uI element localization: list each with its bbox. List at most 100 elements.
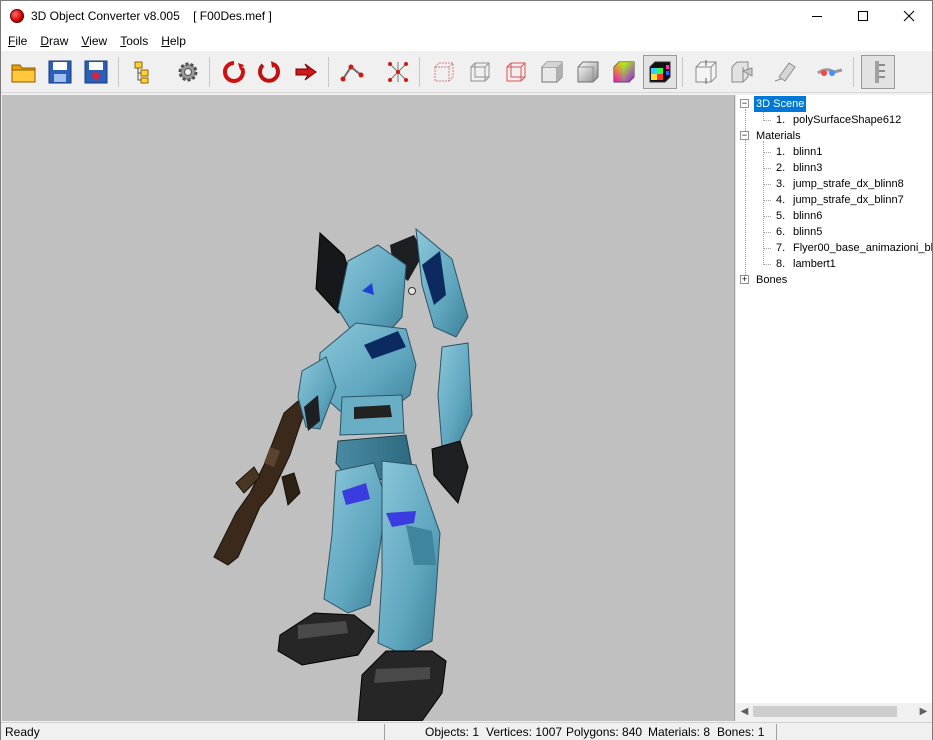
tree-item-label[interactable]: blinn3 [793,160,822,176]
fit-view-button[interactable] [861,55,895,89]
toolbar-separator [419,57,420,87]
tree-branch-line [763,248,771,249]
collapse-icon[interactable]: − [740,131,749,140]
camera-button[interactable] [813,55,847,89]
menu-view-label: iew [89,34,108,48]
status-state: Ready [5,725,40,739]
settings-button[interactable] [171,55,205,89]
tree-item-label[interactable]: blinn6 [793,208,822,224]
scroll-left-icon[interactable]: ◀ [736,703,753,720]
tree-item-number: 1. [776,146,786,158]
tree-label-bones[interactable]: Bones [756,272,787,288]
tree-item-number: 4. [776,194,786,206]
tree-branch-line [763,184,771,185]
tree-item-label[interactable]: Flyer00_base_animazioni_blir [793,240,932,256]
rotate-z-button[interactable] [289,55,323,89]
rotate-x-button[interactable] [217,55,251,89]
vertices-icon [388,62,408,82]
toolbar-separator [853,57,854,87]
light-button[interactable] [769,55,803,89]
minimize-button[interactable] [794,1,840,31]
normals-button[interactable] [725,55,759,89]
save-as-button[interactable] [79,55,113,89]
smooth-shade-button[interactable] [571,55,605,89]
flat-shade-button[interactable] [535,55,569,89]
rotate-x-icon [222,60,245,83]
tree-item-label[interactable]: blinn1 [793,144,822,160]
rotate-y-button[interactable] [253,55,287,89]
collapse-icon[interactable]: − [740,99,749,108]
bones-button[interactable] [335,55,369,89]
menu-draw[interactable]: Draw [33,31,74,51]
scene-tree-button[interactable] [125,55,159,89]
toolbar-separator [328,57,329,87]
status-bones: Bones: 1 [717,725,765,739]
open-folder-icon [11,64,36,83]
tree-item-number: 5. [776,210,786,222]
flat-shade-icon [541,61,563,83]
tree-item-number: 6. [776,226,786,238]
tree-item-label[interactable]: jump_strafe_dx_blinn7 [793,192,904,208]
3d-viewport[interactable] [2,95,734,721]
app-logo-icon[interactable] [10,9,24,23]
wireframe-button[interactable] [463,55,497,89]
vertices-button[interactable] [381,55,415,89]
tree-branch-line [763,216,771,217]
menu-file-label: ile [15,34,28,48]
cull-faces-button[interactable] [689,55,723,89]
save-icon [48,60,72,84]
rotate-z-icon [295,63,317,81]
wireframe-front-button[interactable] [427,55,461,89]
toolbar-separator [118,57,119,87]
menu-draw-label: raw [49,34,69,48]
texture-shade-button[interactable] [643,55,677,89]
open-button[interactable] [7,55,41,89]
app-window: 3D Object Converter v8.005 [ F00Des.mef … [0,0,933,740]
save-button[interactable] [43,55,77,89]
menu-view-accel: V [81,34,90,48]
camera-icon [817,68,843,76]
maximize-button[interactable] [840,1,886,31]
menu-tools-label: ools [126,34,149,48]
menu-file[interactable]: File [1,31,33,51]
tree-branch-line [763,120,771,121]
torso-model [317,322,417,482]
color-shade-button[interactable] [607,55,641,89]
scroll-right-icon[interactable]: ▶ [915,703,932,720]
status-vertices: Vertices: 1007 [486,725,563,739]
scrollbar-thumb[interactable] [753,706,897,717]
menu-view[interactable]: View [74,31,113,51]
tree-branch-line [763,232,771,233]
3d-model-render[interactable] [2,95,734,721]
tree-label-3d-scene[interactable]: 3D Scene [754,96,807,112]
status-objects: Objects: 1 [425,725,480,739]
tree-branch-line [763,152,771,153]
tree-item-label[interactable]: jump_strafe_dx_blinn8 [793,176,904,192]
tree-item-number: 2. [776,162,786,174]
expand-icon[interactable]: + [740,275,749,284]
cull-faces-icon [695,60,717,84]
toolbar [1,51,932,93]
tree-label-materials[interactable]: Materials [756,128,801,144]
tree-branch-line [763,200,771,201]
scene-tree[interactable]: − 3D Scene 1. polySurfaceShape612 − Mate… [736,95,932,703]
tree-item-number: 1. [776,114,786,126]
tree-item-label[interactable]: polySurfaceShape612 [793,112,901,128]
menu-help[interactable]: Help [154,31,192,51]
scene-tree-icon [134,61,149,84]
menu-draw-accel: D [40,34,50,48]
tree-item-number: 7. [776,242,786,254]
color-shade-icon [613,61,635,83]
tree-guide-line [763,141,764,263]
title-bar[interactable]: 3D Object Converter v8.005 [ F00Des.mef … [1,1,932,31]
wireframe-red-icon [506,62,526,82]
status-polygons: Polygons: 840 [566,725,643,739]
menu-tools[interactable]: Tools [113,31,154,51]
right-arm-model [415,227,473,505]
tree-item-label[interactable]: blinn5 [793,224,822,240]
settings-gear-icon [178,62,198,82]
tree-horizontal-scrollbar[interactable]: ◀ ▶ [736,703,932,720]
close-button[interactable] [886,1,932,31]
wireframe-red-button[interactable] [499,55,533,89]
tree-item-label[interactable]: lambert1 [793,256,836,272]
